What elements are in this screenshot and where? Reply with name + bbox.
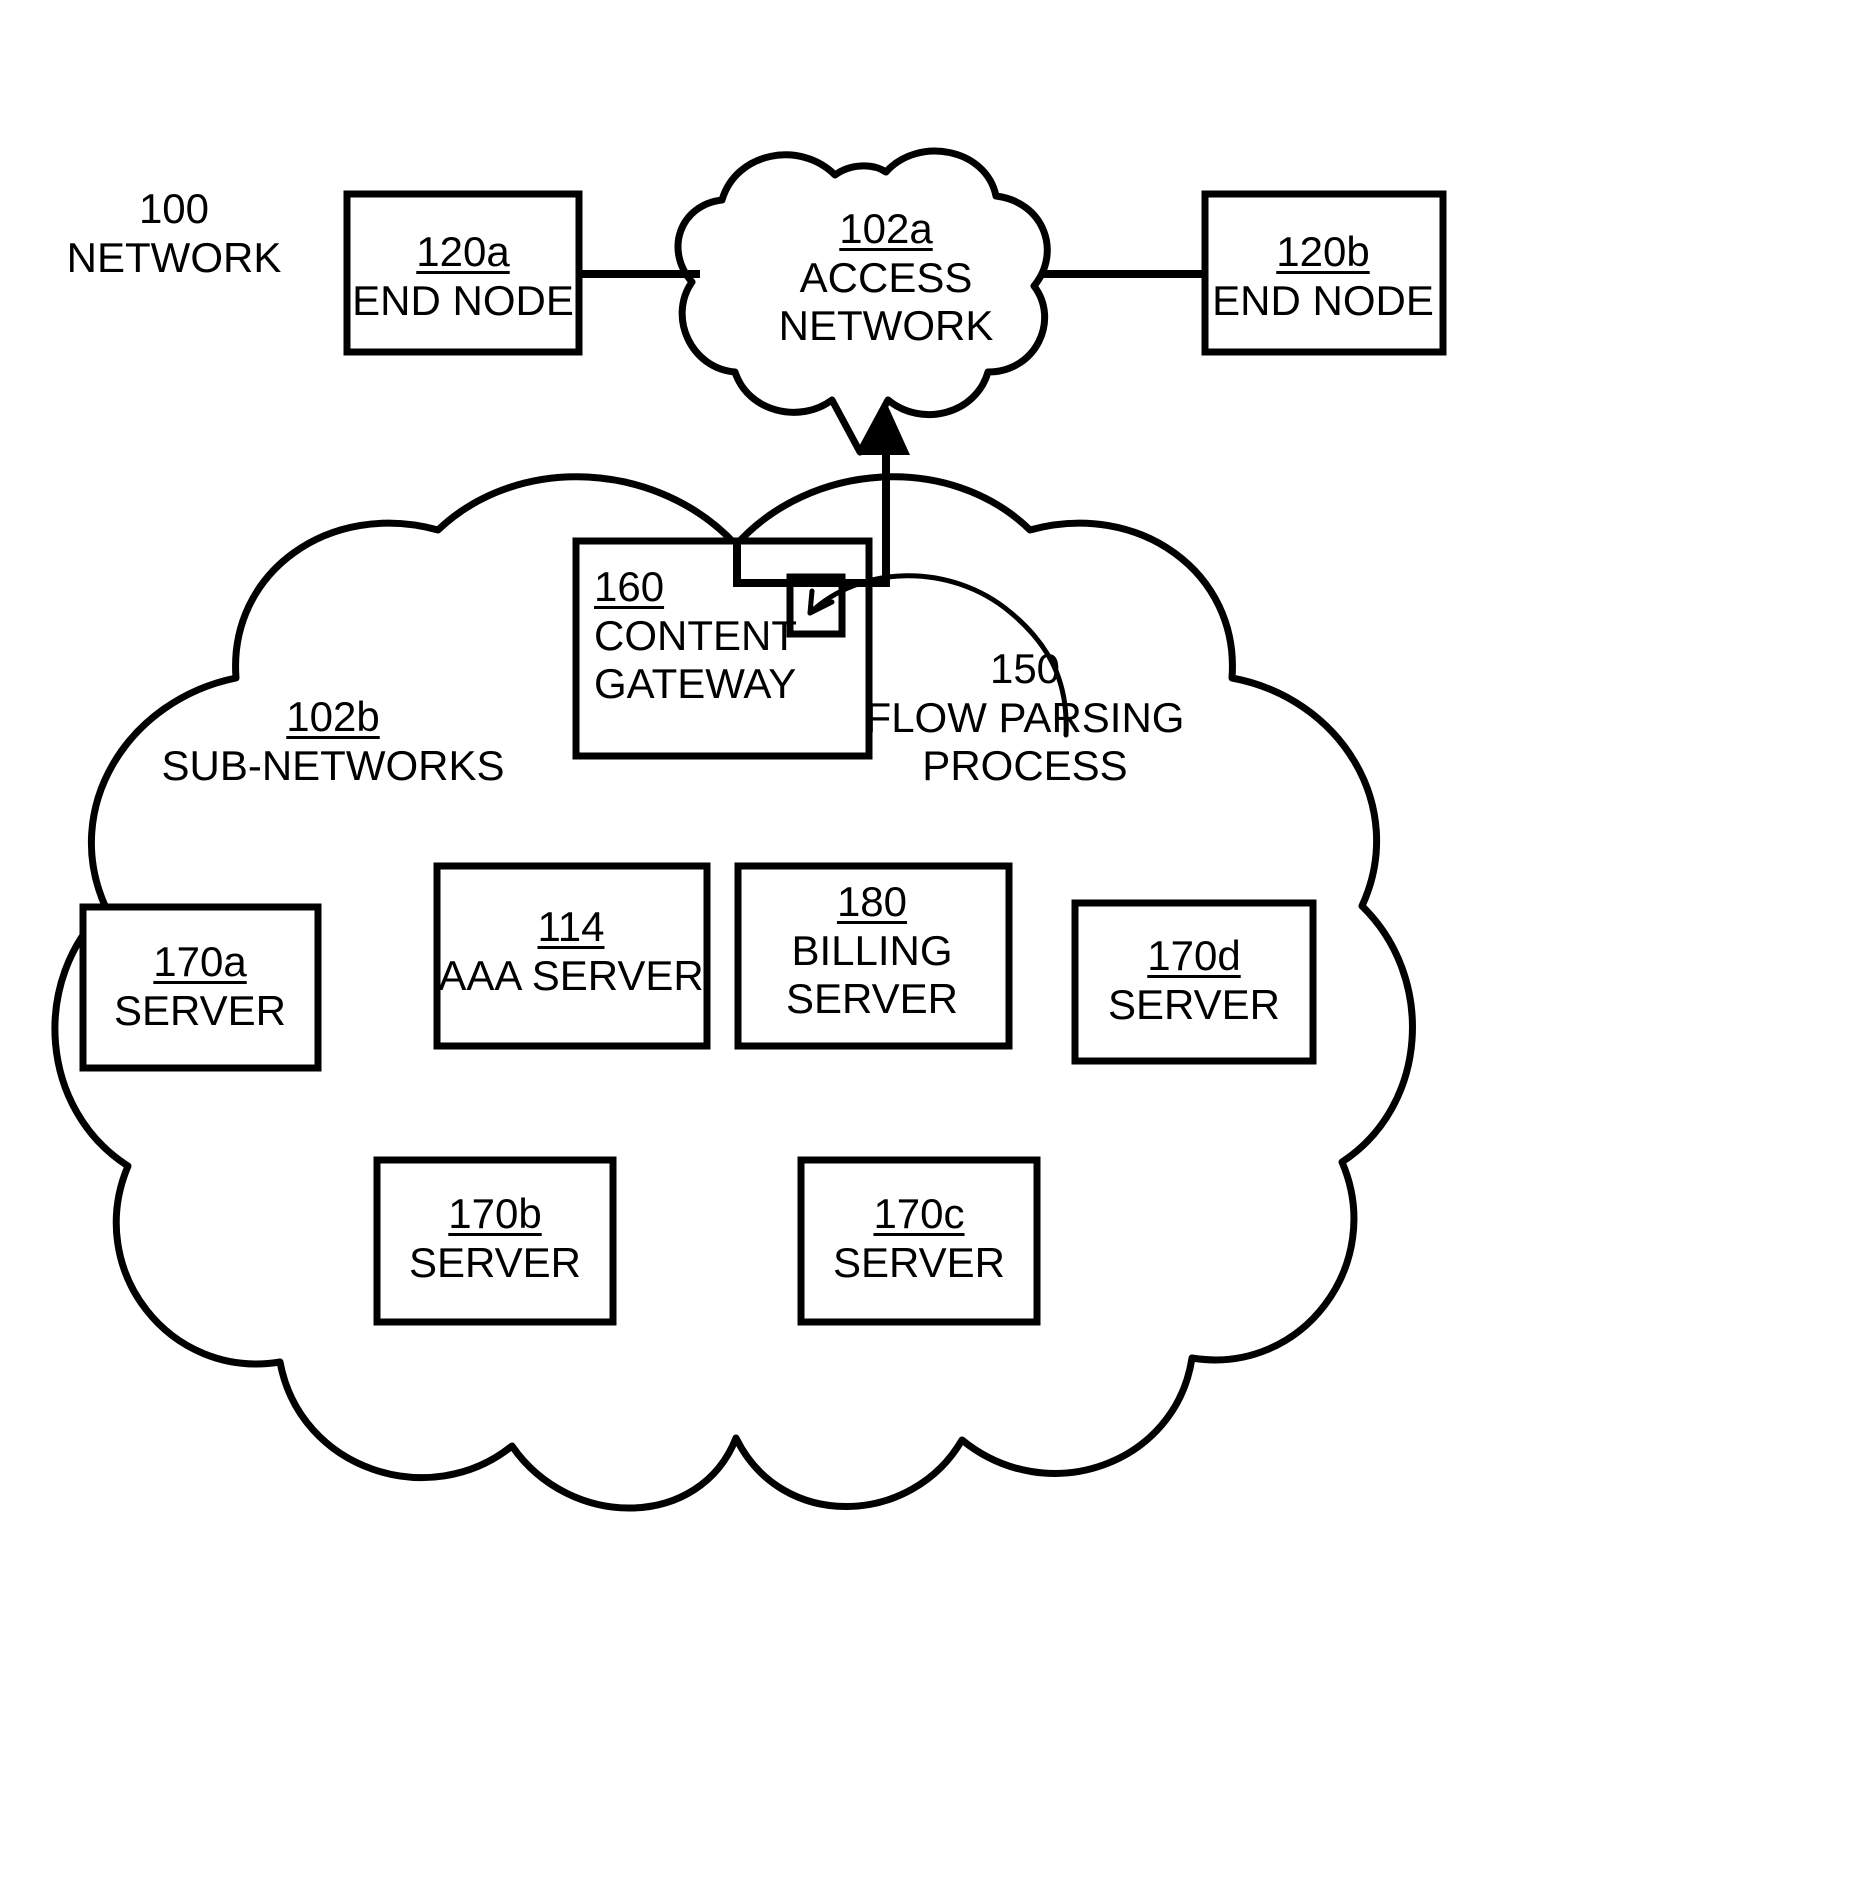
access-network-line2: NETWORK (778, 302, 994, 350)
network-name: NETWORK (66, 233, 282, 281)
access-network-line1: ACCESS (799, 253, 973, 301)
sub-networks-label: 102b SUB-NETWORKS (161, 693, 504, 790)
flow-parsing-line2: PROCESS (922, 742, 1128, 790)
flow-parsing-ref: 150 (989, 645, 1061, 692)
server-b-label: 170b SERVER (409, 1190, 581, 1287)
sub-networks-ref: 102b (286, 693, 380, 740)
server-d-label: 170d SERVER (1108, 932, 1280, 1029)
billing-server-line1: BILLING (791, 926, 953, 974)
access-network-ref: 102a (839, 205, 933, 252)
server-c-ref: 170c (873, 1190, 965, 1237)
patent-figure: 100 NETWORK 120a END NODE 120b END NODE … (0, 0, 1869, 1897)
server-b-ref: 170b (448, 1190, 542, 1237)
aaa-server-ref: 114 (537, 903, 605, 950)
end-node-a-label: 120a END NODE (352, 228, 574, 325)
server-d-ref: 170d (1147, 932, 1241, 979)
content-gateway-line1: CONTENT (594, 611, 797, 659)
content-gateway-label: 160 CONTENT GATEWAY (594, 563, 797, 709)
end-node-b-ref: 120b (1276, 228, 1370, 275)
content-gateway-line2: GATEWAY (594, 660, 797, 708)
server-b-name: SERVER (409, 1238, 581, 1286)
network-label: 100 NETWORK (67, 185, 282, 282)
server-a-name: SERVER (114, 986, 286, 1034)
billing-server-label: 180 BILLING SERVER (786, 878, 958, 1024)
sub-networks-name: SUB-NETWORKS (161, 741, 505, 789)
server-a-ref: 170a (153, 938, 247, 985)
aaa-server-label: 114 AAA SERVER (438, 903, 703, 1000)
end-node-b-name: END NODE (1212, 276, 1434, 324)
server-c-label: 170c SERVER (833, 1190, 1005, 1287)
network-ref: 100 (138, 185, 210, 232)
flow-parsing-line1: FLOW PARSING (865, 693, 1185, 741)
content-gateway-ref: 160 (594, 563, 665, 610)
end-node-b-label: 120b END NODE (1212, 228, 1434, 325)
server-d-name: SERVER (1108, 980, 1280, 1028)
end-node-a-name: END NODE (352, 276, 574, 324)
server-c-name: SERVER (833, 1238, 1005, 1286)
flow-parsing-process-label: 150 FLOW PARSING PROCESS (866, 645, 1185, 791)
end-node-a-ref: 120a (416, 228, 510, 275)
aaa-server-name: AAA SERVER (438, 951, 704, 999)
billing-server-line2: SERVER (786, 975, 958, 1023)
server-a-label: 170a SERVER (114, 938, 286, 1035)
access-network-label: 102a ACCESS NETWORK (779, 205, 994, 351)
billing-server-ref: 180 (836, 878, 908, 925)
